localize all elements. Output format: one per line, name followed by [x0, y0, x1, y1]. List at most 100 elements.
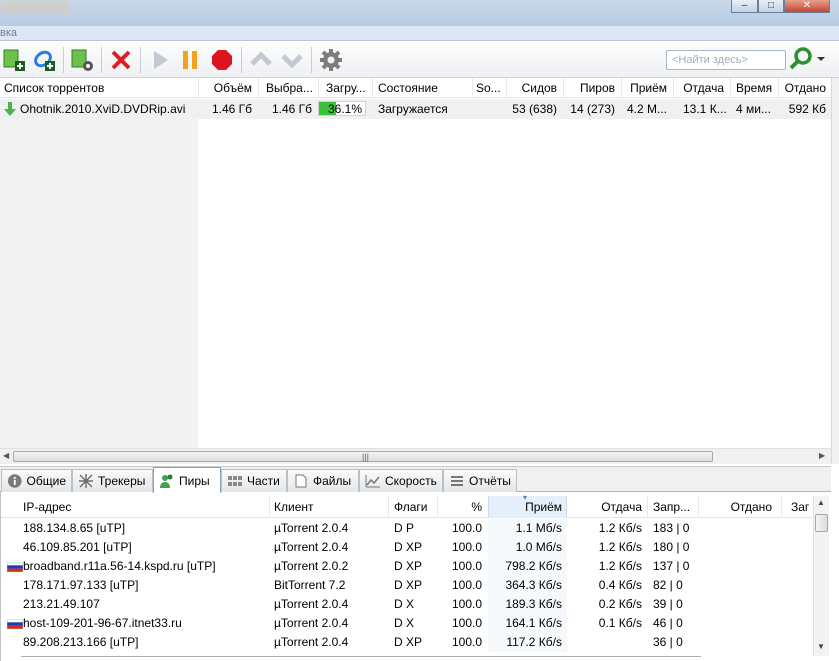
add-url-button[interactable] — [30, 46, 58, 74]
column-header-uploaded[interactable]: Отдано — [780, 81, 826, 95]
search-icon — [789, 47, 812, 70]
column-divider[interactable] — [372, 78, 373, 98]
torrent-row[interactable]: Ohotnik.2010.XviD.DVDRip.avi 1.46 Гб 1.4… — [0, 99, 831, 119]
column-divider[interactable] — [269, 496, 270, 518]
tab-peers[interactable]: Пиры — [153, 467, 221, 493]
column-header-peers[interactable]: Пиров — [565, 81, 615, 95]
peer-percent: 100.0 — [451, 578, 482, 592]
stop-icon — [212, 50, 232, 70]
scrollbar-grip: ||| — [362, 452, 370, 462]
toolbar-separator — [311, 47, 312, 73]
column-header-size[interactable]: Объём — [200, 81, 252, 95]
scrollbar-thumb[interactable] — [815, 514, 828, 532]
search-button[interactable] — [788, 45, 828, 73]
torrent-seeds: 53 (638) — [512, 102, 557, 116]
tab-files[interactable]: Файлы — [287, 469, 359, 492]
toolbar-separator — [241, 47, 242, 73]
column-header-percent[interactable]: % — [441, 500, 482, 514]
move-up-button[interactable] — [247, 46, 275, 74]
tab-pieces[interactable]: Части — [221, 469, 287, 492]
column-header-seeds[interactable]: Сидов — [508, 81, 557, 95]
column-divider[interactable] — [318, 78, 319, 98]
horizontal-scrollbar[interactable]: ◀ ||| ▶ — [0, 448, 831, 464]
add-torrent-button[interactable] — [0, 46, 28, 74]
menu-item[interactable]: вка — [0, 27, 17, 39]
column-header-eta[interactable]: Время — [736, 81, 776, 95]
column-divider[interactable] — [730, 78, 731, 98]
column-divider[interactable] — [506, 78, 507, 98]
scroll-down-icon[interactable]: ▼ — [817, 642, 825, 651]
remove-button[interactable] — [107, 46, 135, 74]
column-divider[interactable] — [563, 78, 564, 98]
pieces-icon — [228, 476, 242, 486]
scroll-left-icon[interactable]: ◀ — [3, 451, 9, 460]
progress-text: 36.1% — [327, 102, 362, 116]
peer-flags: D XP — [394, 635, 423, 649]
column-divider[interactable] — [647, 496, 648, 518]
add-url-icon — [34, 50, 55, 71]
column-header-down[interactable]: Приём — [623, 81, 667, 95]
column-header-ip[interactable]: IP-адрес — [23, 500, 263, 514]
maximize-button[interactable]: □ — [758, 0, 784, 13]
tab-label: Отчёты — [469, 474, 511, 488]
peer-flags: D XP — [394, 578, 423, 592]
tab-general[interactable]: Общие — [1, 469, 72, 492]
tab-speed[interactable]: Скорость — [359, 469, 443, 492]
column-header-status[interactable]: Состояние — [378, 81, 466, 95]
peer-client: µTorrent 2.0.2 — [274, 559, 349, 573]
title-bar: – □ ✕ — [0, 0, 839, 26]
peer-row[interactable]: broadband.r11a.56-14.kspd.ru [uTP] µTorre… — [1, 557, 813, 576]
peer-row[interactable]: 213.21.49.107 µTorrent 2.0.4 D X 100.0 189.3… — [1, 595, 813, 614]
move-down-button[interactable] — [278, 46, 306, 74]
peer-row[interactable]: 89.208.213.166 [uTP] µTorrent 2.0.4 D XP 10… — [1, 633, 813, 652]
column-divider[interactable] — [198, 78, 199, 98]
column-header-up[interactable]: Отдача — [675, 81, 724, 95]
column-divider[interactable] — [778, 78, 779, 98]
scroll-right-icon[interactable]: ▶ — [819, 451, 825, 460]
peers-vertical-scrollbar[interactable]: ▲ ▼ — [813, 496, 829, 656]
settings-button[interactable] — [317, 46, 345, 74]
peer-row[interactable]: 178.171.97.133 [uTP] BitTorrent 7.2 D XP 10… — [1, 576, 813, 595]
column-divider[interactable] — [472, 78, 473, 98]
column-header-source[interactable]: So... — [476, 81, 504, 95]
column-divider[interactable] — [388, 496, 389, 518]
tab-trackers[interactable]: Трекеры — [72, 469, 153, 492]
column-divider[interactable] — [437, 496, 438, 518]
peer-down-speed: 189.3 Кб/s — [505, 597, 562, 611]
peer-row[interactable]: 188.134.8.65 [uTP] µTorrent 2.0.4 D P 100.0… — [1, 519, 813, 538]
peer-row[interactable]: 46.109.85.201 [uTP] µTorrent 2.0.4 D XP 100… — [1, 538, 813, 557]
minimize-button[interactable]: – — [731, 0, 758, 13]
column-header-selected[interactable]: Выбра... — [266, 81, 316, 95]
column-divider[interactable] — [621, 78, 622, 98]
column-header-progress[interactable]: Загру... — [326, 81, 372, 95]
torrent-status: Загружается — [378, 102, 448, 116]
peer-percent: 100.0 — [451, 597, 482, 611]
toolbar-separator — [140, 47, 141, 73]
column-header-flags[interactable]: Флаги — [394, 500, 434, 514]
chevron-down-icon — [817, 57, 825, 61]
column-header-downloaded[interactable]: Заг — [791, 500, 813, 514]
column-header-name[interactable]: Список торрентов — [4, 81, 194, 95]
column-header-client[interactable]: Клиент — [274, 500, 384, 514]
column-divider[interactable] — [781, 496, 782, 518]
column-divider[interactable] — [698, 496, 699, 518]
column-header-requests[interactable]: Запр... — [653, 500, 697, 514]
column-header-down[interactable]: Приём — [491, 500, 562, 514]
column-header-uploaded[interactable]: Отдано — [701, 500, 772, 514]
start-button[interactable] — [146, 46, 174, 74]
scrollbar-thumb[interactable]: ||| — [13, 451, 713, 462]
pause-button[interactable] — [176, 46, 204, 74]
close-window-button[interactable]: ✕ — [784, 0, 830, 13]
app-title-blurred — [0, 0, 70, 14]
tab-log[interactable]: Отчёты — [443, 469, 517, 492]
peer-percent: 100.0 — [451, 635, 482, 649]
create-torrent-button[interactable] — [68, 46, 96, 74]
stop-button[interactable] — [208, 46, 236, 74]
column-header-up[interactable]: Отдача — [571, 500, 642, 514]
search-input[interactable]: <Найти здесь> — [666, 50, 786, 70]
column-divider[interactable] — [258, 78, 259, 98]
column-divider[interactable] — [673, 78, 674, 98]
scroll-up-icon[interactable]: ▲ — [817, 498, 825, 507]
peer-row[interactable]: host-109-201-96-67.itnet33.ru µTorrent 2.… — [1, 614, 813, 633]
peer-up-speed: 0.4 Кб/s — [598, 578, 642, 592]
